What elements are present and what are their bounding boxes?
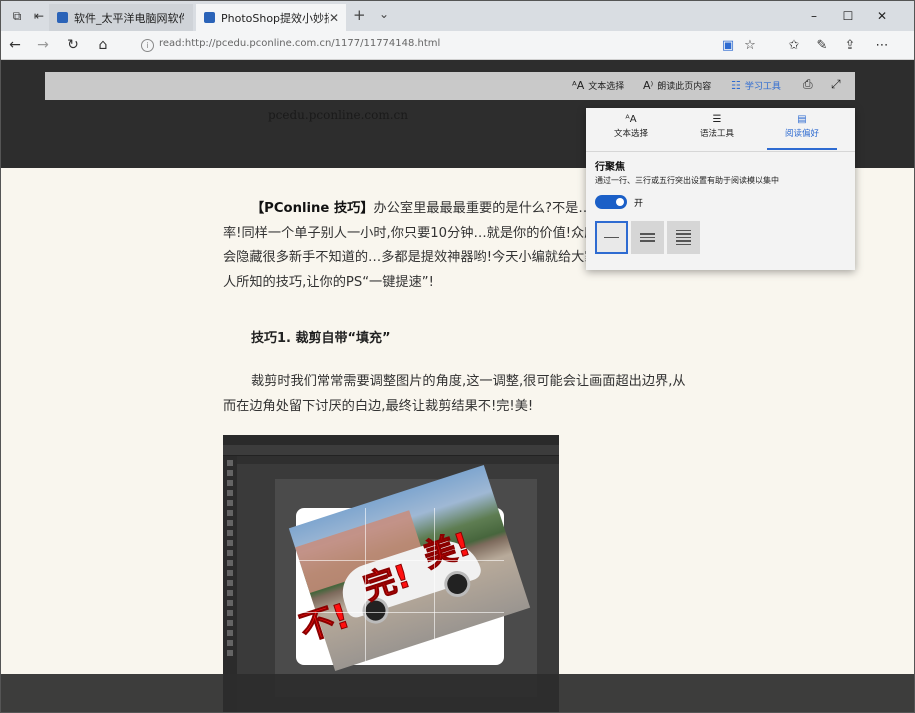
share-icon[interactable]: ⇪ (840, 36, 860, 54)
site-info-icon[interactable]: i (141, 39, 154, 52)
refresh-icon[interactable]: ↻ (63, 36, 83, 54)
tab-title: PhotoShop提效小妙招! (221, 11, 329, 25)
section-heading: 技巧1. 裁剪自带“填充” (251, 331, 391, 346)
set-aside-tabs-icon[interactable]: ⧉ (7, 6, 27, 26)
fullscreen-icon[interactable]: ⤢ (831, 77, 841, 92)
crop-grid-line (296, 612, 504, 613)
grammar-tools-icon: ☰ (712, 114, 722, 125)
reading-preferences-icon: ▤ (797, 114, 807, 125)
text-size-icon: ᴬA (572, 79, 585, 92)
tab-photoshop-tips[interactable]: PhotoShop提效小妙招! ✕ (196, 4, 346, 31)
site-favicon-icon (204, 12, 215, 23)
home-icon[interactable]: ⌂ (93, 36, 113, 54)
toggle-knob (616, 198, 624, 206)
tab-software-news[interactable]: 软件_太平洋电脑网软件资讯 (49, 4, 193, 31)
ps-options-bar (223, 445, 559, 456)
new-tab-button[interactable]: + (353, 6, 366, 24)
maximize-button[interactable]: ☐ (833, 5, 863, 27)
close-tab-icon[interactable]: ✕ (329, 11, 339, 25)
ps-menu-bar (223, 435, 559, 445)
read-aloud-label: 朗读此页内容 (657, 82, 712, 92)
close-window-button[interactable]: ✕ (867, 5, 897, 27)
three-lines-button[interactable] (631, 221, 664, 254)
tab-reading-preferences[interactable]: ▤ 阅读偏好 (767, 114, 837, 139)
tab-label: 语法工具 (699, 129, 734, 139)
five-lines-button[interactable] (667, 221, 700, 254)
print-icon[interactable]: ⎙ (803, 77, 813, 92)
minimize-button[interactable]: – (799, 5, 829, 27)
line-focus-toggle[interactable] (595, 195, 627, 209)
site-favicon-icon (57, 12, 68, 23)
learning-tools-button[interactable]: ☷ 学习工具 (731, 79, 781, 92)
url-field[interactable]: read:http://pcedu.pconline.com.cn/1177/1… (159, 38, 440, 49)
ps-document-tabs (237, 456, 559, 464)
selected-tab-indicator (767, 148, 837, 150)
tab-bar: ⧉ ⇤ 软件_太平洋电脑网软件资讯 PhotoShop提效小妙招! ✕ + ⌄ … (1, 1, 914, 32)
tab-grammar-tools[interactable]: ☰ 语法工具 (682, 114, 752, 139)
crop-grid-line (365, 508, 366, 665)
toggle-label: 开 (634, 199, 644, 209)
section-paragraph: 裁剪时我们常常需要调整图片的角度,这一调整,很可能会让画面超出边界,从而在边角处… (223, 374, 686, 414)
show-tabs-icon[interactable]: ⇤ (29, 6, 49, 26)
one-line-button[interactable] (595, 221, 628, 254)
web-note-icon[interactable]: ✎ (812, 36, 832, 54)
divider (586, 151, 855, 152)
site-name: pcedu.pconline.com.cn (268, 108, 408, 122)
line-focus-title: 行聚焦 (595, 162, 625, 173)
more-options-icon[interactable]: ⋯ (872, 36, 892, 54)
back-icon[interactable]: ← (5, 36, 25, 54)
intro-bold: 【PConline 技巧】 (251, 201, 374, 216)
address-bar: ← → ↻ ⌂ i read:http://pcedu.pconline.com… (1, 31, 914, 60)
text-options-label: 文本选择 (588, 82, 625, 92)
learning-tools-label: 学习工具 (744, 82, 781, 92)
learning-tools-panel: ᴬA 文本选择 ☰ 语法工具 ▤ 阅读偏好 行聚焦 通过一行、三行或五行突出设置… (586, 108, 855, 270)
crop-grid-line (296, 560, 504, 561)
tab-title: 软件_太平洋电脑网软件资讯 (74, 11, 184, 25)
text-options-icon: ᴬA (625, 114, 637, 125)
line-focus-description: 通过一行、三行或五行突出设置有助于阅读模以集中 (595, 176, 779, 185)
crop-grid-line (434, 508, 435, 665)
browser-window: ⧉ ⇤ 软件_太平洋电脑网软件资讯 PhotoShop提效小妙招! ✕ + ⌄ … (0, 0, 915, 713)
tab-label: 阅读偏好 (784, 129, 819, 139)
reading-view-icon[interactable]: ▣ (718, 36, 738, 54)
favorite-star-icon[interactable]: ☆ (740, 36, 760, 54)
reading-view-footer (1, 674, 914, 712)
text-options-button[interactable]: ᴬA 文本选择 (572, 79, 624, 92)
learning-tools-icon: ☷ (731, 79, 741, 92)
reading-view-toolbar: ᴬA 文本选择 A⁾ 朗读此页内容 ☷ 学习工具 ⎙ ⤢ (45, 72, 855, 100)
read-aloud-icon: A⁾ (643, 79, 654, 92)
tab-text-options[interactable]: ᴬA 文本选择 (596, 114, 666, 139)
favorites-hub-icon[interactable]: ✩ (784, 36, 804, 54)
read-aloud-button[interactable]: A⁾ 朗读此页内容 (643, 79, 711, 92)
photoshop-screenshot: 不! 完! 美! (223, 435, 559, 712)
tab-label: 文本选择 (613, 129, 648, 139)
tab-list-button[interactable]: ⌄ (379, 7, 389, 21)
forward-icon[interactable]: → (33, 36, 53, 54)
